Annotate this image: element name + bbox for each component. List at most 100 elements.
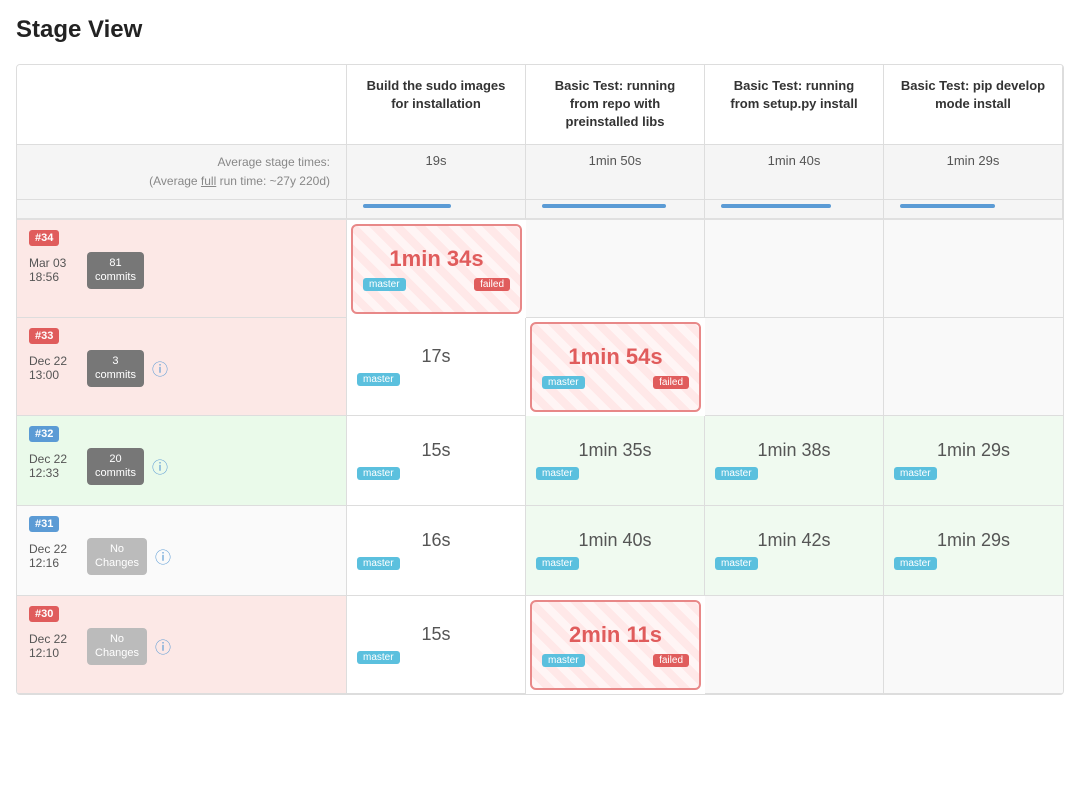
build-date-3: Dec 22 12:16: [29, 542, 79, 570]
branch-tag-2-0: master: [357, 467, 400, 480]
branch-tag-4-0: master: [357, 651, 400, 664]
branch-tag-4-1: master: [542, 654, 585, 667]
stage-time-2-2: 1min 38s: [757, 440, 830, 461]
stage-cell-3-0[interactable]: 16s master: [347, 506, 526, 596]
build-left-4: #30 Dec 22 12:10 No Changes ⓘ: [17, 596, 347, 694]
stage-cell-3-1[interactable]: 1min 40s master: [526, 506, 705, 596]
stage-time-2-3: 1min 29s: [937, 440, 1010, 461]
page-container: Stage View Build the sudo images for ins…: [0, 0, 1080, 711]
avg-sub: (Average full run time: ~27y 220d): [149, 174, 330, 188]
build-badge-3[interactable]: #31: [29, 516, 59, 532]
stage-cell-4-1[interactable]: 2min 11s master failed: [530, 600, 701, 690]
stage-tags-2-3: master: [892, 467, 1055, 480]
stage-tags-0-0: master failed: [361, 278, 512, 291]
commits-badge-2: 20 commits: [87, 448, 144, 485]
stage-time-3-3: 1min 29s: [937, 530, 1010, 551]
branch-tag-2-2: master: [715, 467, 758, 480]
avg-time-2: 1min 40s: [705, 145, 884, 200]
header-left: [17, 65, 347, 145]
branch-tag-2-1: master: [536, 467, 579, 480]
col-header-0: Build the sudo images for installation: [347, 65, 526, 145]
branch-tag-1-0: master: [357, 373, 400, 386]
avg-title: Average stage times:: [217, 155, 330, 169]
stage-cell-1-3: [884, 318, 1063, 416]
stage-tags-2-2: master: [713, 467, 875, 480]
build-badge-1[interactable]: #33: [29, 328, 59, 344]
branch-tag-3-0: master: [357, 557, 400, 570]
build-badge-2[interactable]: #32: [29, 426, 59, 442]
commits-badge-1: 3 commits: [87, 350, 144, 387]
build-left-1: #33 Dec 22 13:00 3 commits ⓘ: [17, 318, 347, 416]
build-left-3: #31 Dec 22 12:16 No Changes ⓘ: [17, 506, 347, 596]
stage-tags-2-1: master: [534, 467, 696, 480]
stage-tags-2-0: master: [355, 467, 517, 480]
stage-time-2-0: 15s: [421, 440, 450, 461]
stage-cell-1-0[interactable]: 17s master: [347, 318, 526, 416]
stage-tags-3-1: master: [534, 557, 696, 570]
branch-tag-0-0: master: [363, 278, 406, 291]
stage-cell-3-2[interactable]: 1min 42s master: [705, 506, 884, 596]
stage-tags-4-0: master: [355, 651, 517, 664]
stage-time-3-0: 16s: [421, 530, 450, 551]
build-badge-0[interactable]: #34: [29, 230, 59, 246]
stage-time-4-0: 15s: [421, 624, 450, 645]
bar-3: [884, 200, 1063, 220]
bar-left: [17, 200, 347, 220]
stage-cell-4-0[interactable]: 15s master: [347, 596, 526, 694]
stage-tags-1-0: master: [355, 373, 517, 386]
branch-tag-3-1: master: [536, 557, 579, 570]
bar-2: [705, 200, 884, 220]
avg-time-1: 1min 50s: [526, 145, 705, 200]
stage-cell-3-3[interactable]: 1min 29s master: [884, 506, 1063, 596]
info-icon-3: ⓘ: [155, 544, 171, 568]
page-title: Stage View: [16, 16, 1064, 44]
avg-time-3: 1min 29s: [884, 145, 1063, 200]
stage-time-0-0: 1min 34s: [389, 246, 483, 272]
stage-time-4-1: 2min 11s: [569, 622, 662, 648]
failed-tag-0-0: failed: [474, 278, 510, 291]
build-date-4: Dec 22 12:10: [29, 632, 79, 660]
failed-tag-1-1: failed: [653, 376, 689, 389]
commits-badge-4: No Changes: [87, 628, 147, 665]
branch-tag-2-3: master: [894, 467, 937, 480]
build-date-1: Dec 22 13:00: [29, 354, 79, 382]
info-icon-4: ⓘ: [155, 634, 171, 658]
stage-cell-0-2: [705, 220, 884, 318]
build-badge-4[interactable]: #30: [29, 606, 59, 622]
stage-tags-1-1: master failed: [540, 376, 691, 389]
stage-cell-1-2: [705, 318, 884, 416]
stage-tags-3-2: master: [713, 557, 875, 570]
stage-cell-2-3[interactable]: 1min 29s master: [884, 416, 1063, 506]
stage-table: Build the sudo images for installation B…: [16, 64, 1064, 695]
col-header-3: Basic Test: pip develop mode install: [884, 65, 1063, 145]
branch-tag-3-3: master: [894, 557, 937, 570]
stage-cell-0-1: [526, 220, 705, 318]
build-left-0: #34 Mar 03 18:56 81 commits: [17, 220, 347, 318]
branch-tag-3-2: master: [715, 557, 758, 570]
stage-time-1-1: 1min 54s: [568, 344, 662, 370]
stage-time-2-1: 1min 35s: [578, 440, 651, 461]
stage-tags-3-3: master: [892, 557, 1055, 570]
build-left-2: #32 Dec 22 12:33 20 commits ⓘ: [17, 416, 347, 506]
stage-time-3-2: 1min 42s: [757, 530, 830, 551]
stage-cell-1-1[interactable]: 1min 54s master failed: [530, 322, 701, 412]
bar-1: [526, 200, 705, 220]
stage-cell-2-1[interactable]: 1min 35s master: [526, 416, 705, 506]
stage-cell-2-2[interactable]: 1min 38s master: [705, 416, 884, 506]
branch-tag-1-1: master: [542, 376, 585, 389]
avg-label: Average stage times: (Average full run t…: [17, 145, 347, 200]
stage-tags-4-1: master failed: [540, 654, 691, 667]
failed-tag-4-1: failed: [653, 654, 689, 667]
stage-cell-2-0[interactable]: 15s master: [347, 416, 526, 506]
avg-time-0: 19s: [347, 145, 526, 200]
build-date-2: Dec 22 12:33: [29, 452, 79, 480]
col-header-2: Basic Test: running from setup.py instal…: [705, 65, 884, 145]
stage-time-3-1: 1min 40s: [578, 530, 651, 551]
info-icon-2: ⓘ: [152, 454, 168, 478]
stage-cell-0-0[interactable]: 1min 34s master failed: [351, 224, 522, 314]
stage-cell-0-3: [884, 220, 1063, 318]
stage-cell-4-2: [705, 596, 884, 694]
stage-cell-4-3: [884, 596, 1063, 694]
stage-time-1-0: 17s: [421, 346, 450, 367]
info-icon-1: ⓘ: [152, 356, 168, 380]
